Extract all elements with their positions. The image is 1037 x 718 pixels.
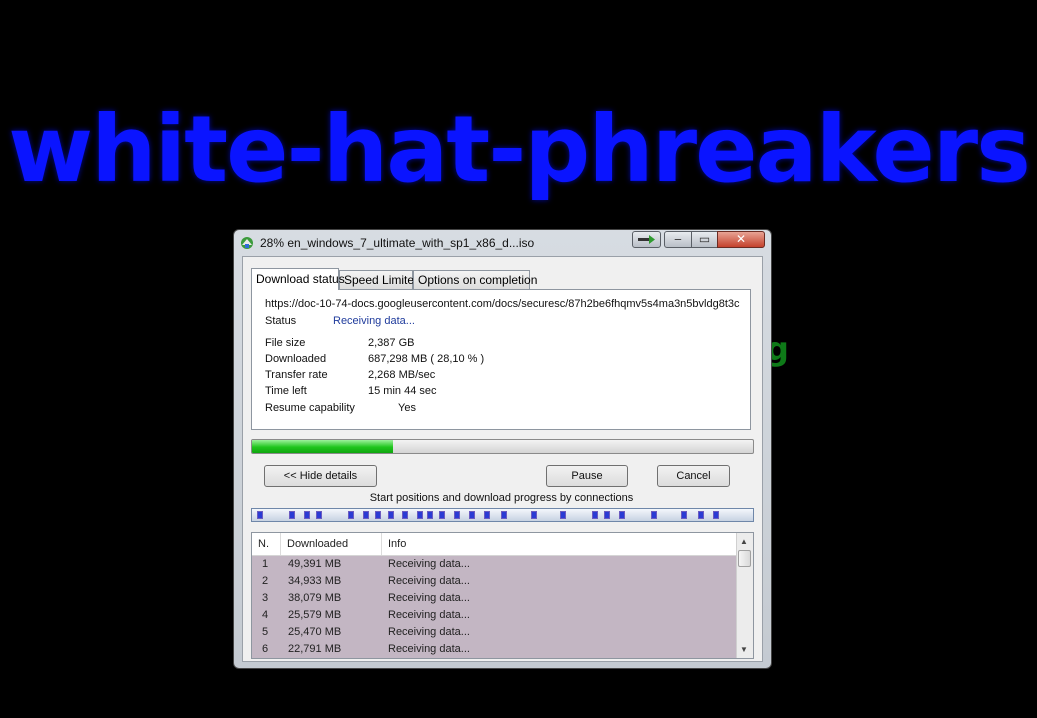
column-header-number[interactable]: N. (252, 533, 281, 555)
row-info: Receiving data... (388, 643, 470, 655)
connection-start-marker (316, 511, 322, 519)
connection-start-marker (560, 511, 566, 519)
connections-progress-bar (251, 508, 754, 522)
connection-start-marker (375, 511, 381, 519)
hide-details-button[interactable]: << Hide details (264, 465, 377, 487)
row-downloaded: 34,933 MB (288, 575, 342, 587)
connections-list: N. Downloaded Info 1 49,391 MB Receiving… (251, 532, 754, 659)
downloaded-label: Downloaded (265, 353, 327, 365)
row-info: Receiving data... (388, 626, 470, 638)
row-info: Receiving data... (388, 558, 470, 570)
scroll-up-icon[interactable]: ▲ (740, 537, 748, 546)
arrow-right-icon (638, 235, 655, 244)
window-client-area: Download status Speed Limiter Options on… (242, 256, 763, 662)
connection-start-marker (484, 511, 490, 519)
connection-start-marker (363, 511, 369, 519)
time-left-value: 15 min 44 sec (368, 385, 437, 397)
column-header-info[interactable]: Info (382, 533, 736, 555)
table-row[interactable]: 6 22,791 MB Receiving data... (252, 641, 736, 658)
row-number: 1 (262, 558, 269, 570)
status-value: Receiving data... (333, 315, 415, 327)
row-number: 6 (262, 643, 269, 655)
row-downloaded: 25,579 MB (288, 609, 342, 621)
row-number: 5 (262, 626, 269, 638)
table-row[interactable]: 4 25,579 MB Receiving data... (252, 607, 736, 624)
connection-start-marker (619, 511, 625, 519)
table-row[interactable]: 1 49,391 MB Receiving data... (252, 556, 736, 573)
table-row[interactable]: 5 25,470 MB Receiving data... (252, 624, 736, 641)
idm-arrow-button[interactable] (632, 231, 661, 248)
progress-fill (252, 440, 393, 453)
connection-start-marker (713, 511, 719, 519)
maximize-icon: ▭ (698, 232, 711, 246)
file-size-label: File size (265, 337, 306, 349)
row-downloaded: 49,391 MB (288, 558, 342, 570)
minimize-button[interactable]: ‒ (664, 231, 692, 248)
background-headline: white-hat-phreakers (8, 96, 1031, 203)
connection-start-marker (592, 511, 598, 519)
download-url: https://doc-10-74-docs.googleusercontent… (265, 298, 740, 310)
connection-start-marker (454, 511, 460, 519)
connection-start-marker (681, 511, 687, 519)
maximize-button[interactable]: ▭ (691, 231, 718, 248)
time-left-label: Time left (265, 385, 307, 397)
connection-start-marker (604, 511, 610, 519)
connection-start-marker (304, 511, 310, 519)
row-info: Receiving data... (388, 575, 470, 587)
scroll-down-icon[interactable]: ▼ (740, 645, 748, 654)
connection-start-marker (348, 511, 354, 519)
connections-list-header: N. Downloaded Info (252, 533, 736, 556)
row-downloaded: 38,079 MB (288, 592, 342, 604)
connections-list-body: 1 49,391 MB Receiving data... 2 34,933 M… (252, 556, 736, 658)
connection-start-marker (439, 511, 445, 519)
downloaded-value: 687,298 MB ( 28,10 % ) (368, 353, 485, 365)
connection-start-marker (388, 511, 394, 519)
connection-start-marker (257, 511, 263, 519)
minimize-icon: ‒ (674, 232, 682, 246)
transfer-rate-label: Transfer rate (265, 369, 328, 381)
table-row[interactable]: 2 34,933 MB Receiving data... (252, 573, 736, 590)
cancel-button[interactable]: Cancel (657, 465, 730, 487)
close-button[interactable]: ✕ (717, 231, 765, 248)
transfer-rate-value: 2,268 MB/sec (368, 369, 436, 381)
row-info: Receiving data... (388, 592, 470, 604)
download-progress-bar (251, 439, 754, 454)
tab-speed-limiter[interactable]: Speed Limiter (339, 270, 418, 289)
connections-caption: Start positions and download progress by… (369, 492, 634, 504)
column-header-downloaded[interactable]: Downloaded (281, 533, 382, 555)
window-title: 28% en_windows_7_ultimate_with_sp1_x86_d… (260, 236, 535, 250)
status-label: Status (265, 315, 297, 327)
close-icon: ✕ (735, 232, 747, 246)
resume-capability-value: Yes (398, 402, 416, 414)
download-window: 28% en_windows_7_ultimate_with_sp1_x86_d… (233, 229, 772, 669)
connection-start-marker (469, 511, 475, 519)
download-status-panel: https://doc-10-74-docs.googleusercontent… (251, 289, 751, 430)
connection-start-marker (531, 511, 537, 519)
connection-start-marker (402, 511, 408, 519)
tab-download-status[interactable]: Download status (251, 268, 345, 290)
tab-options-on-completion[interactable]: Options on completion (413, 270, 537, 289)
table-row[interactable]: 3 38,079 MB Receiving data... (252, 590, 736, 607)
row-info: Receiving data... (388, 609, 470, 621)
connection-start-marker (289, 511, 295, 519)
resume-capability-label: Resume capability (265, 402, 355, 414)
connection-start-marker (501, 511, 507, 519)
connection-start-marker (698, 511, 704, 519)
file-size-value: 2,387 GB (368, 337, 415, 349)
download-manager-icon (241, 237, 253, 249)
row-number: 4 (262, 609, 269, 621)
connection-start-marker (417, 511, 423, 519)
row-downloaded: 22,791 MB (288, 643, 342, 655)
row-number: 3 (262, 592, 269, 604)
connection-start-marker (427, 511, 433, 519)
list-scrollbar[interactable]: ▲ ▼ (736, 533, 753, 658)
scrollbar-thumb[interactable] (738, 550, 751, 567)
connection-start-marker (651, 511, 657, 519)
row-downloaded: 25,470 MB (288, 626, 342, 638)
title-bar[interactable]: 28% en_windows_7_ultimate_with_sp1_x86_d… (234, 230, 771, 256)
row-number: 2 (262, 575, 269, 587)
pause-button[interactable]: Pause (546, 465, 628, 487)
